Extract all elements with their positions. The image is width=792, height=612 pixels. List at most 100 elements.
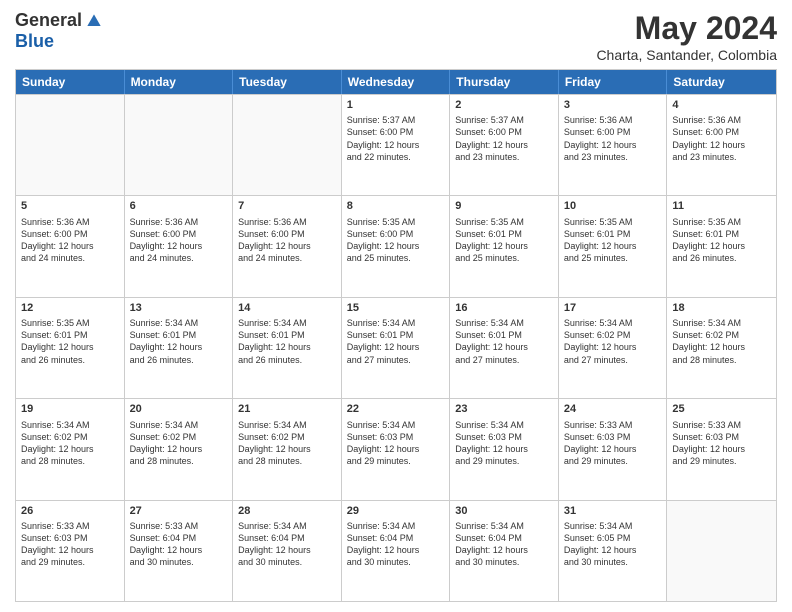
day-number: 19 bbox=[21, 402, 119, 416]
day-cell-19: 19 Sunrise: 5:34 AM Sunset: 6:02 PM Dayli… bbox=[16, 399, 125, 499]
day-number: 23 bbox=[455, 402, 553, 416]
header-day-saturday: Saturday bbox=[667, 70, 776, 94]
day-info: Sunrise: 5:34 AM Sunset: 6:01 PM Dayligh… bbox=[130, 317, 228, 366]
day-cell-1: 1 Sunrise: 5:37 AM Sunset: 6:00 PM Daylig… bbox=[342, 95, 451, 195]
day-number: 11 bbox=[672, 199, 771, 213]
day-cell-14: 14 Sunrise: 5:34 AM Sunset: 6:01 PM Dayli… bbox=[233, 298, 342, 398]
day-cell-10: 10Sunrise: 5:35 AM Sunset: 6:01 PM Dayli… bbox=[559, 196, 668, 296]
day-info: Sunrise: 5:33 AM Sunset: 6:03 PM Dayligh… bbox=[564, 419, 662, 468]
day-info: Sunrise: 5:34 AM Sunset: 6:02 PM Dayligh… bbox=[672, 317, 771, 366]
day-info: Sunrise: 5:36 AM Sunset: 6:00 PM Dayligh… bbox=[672, 114, 771, 163]
calendar-week-4: 19 Sunrise: 5:34 AM Sunset: 6:02 PM Dayli… bbox=[16, 398, 776, 499]
day-cell-4: 4 Sunrise: 5:36 AM Sunset: 6:00 PM Daylig… bbox=[667, 95, 776, 195]
day-info: Sunrise: 5:34 AM Sunset: 6:02 PM Dayligh… bbox=[21, 419, 119, 468]
day-cell-7: 7Sunrise: 5:36 AM Sunset: 6:00 PM Daylig… bbox=[233, 196, 342, 296]
day-cell-25: 25 Sunrise: 5:33 AM Sunset: 6:03 PM Dayli… bbox=[667, 399, 776, 499]
day-number: 16 bbox=[455, 301, 553, 315]
day-cell-2: 2Sunrise: 5:37 AM Sunset: 6:00 PM Daylig… bbox=[450, 95, 559, 195]
day-info: Sunrise: 5:34 AM Sunset: 6:04 PM Dayligh… bbox=[347, 520, 445, 569]
day-number: 8 bbox=[347, 199, 445, 213]
calendar-week-3: 12 Sunrise: 5:35 AM Sunset: 6:01 PM Dayli… bbox=[16, 297, 776, 398]
calendar-body: 1 Sunrise: 5:37 AM Sunset: 6:00 PM Daylig… bbox=[16, 94, 776, 601]
day-info: Sunrise: 5:35 AM Sunset: 6:01 PM Dayligh… bbox=[455, 216, 553, 265]
day-info: Sunrise: 5:34 AM Sunset: 6:02 PM Dayligh… bbox=[564, 317, 662, 366]
day-number: 26 bbox=[21, 504, 119, 518]
day-info: Sunrise: 5:34 AM Sunset: 6:02 PM Dayligh… bbox=[238, 419, 336, 468]
header-day-friday: Friday bbox=[559, 70, 668, 94]
day-number: 10 bbox=[564, 199, 662, 213]
day-number: 30 bbox=[455, 504, 553, 518]
day-info: Sunrise: 5:36 AM Sunset: 6:00 PM Dayligh… bbox=[564, 114, 662, 163]
header-day-wednesday: Wednesday bbox=[342, 70, 451, 94]
day-cell-3: 3Sunrise: 5:36 AM Sunset: 6:00 PM Daylig… bbox=[559, 95, 668, 195]
day-number: 1 bbox=[347, 98, 445, 112]
empty-cell bbox=[233, 95, 342, 195]
day-info: Sunrise: 5:37 AM Sunset: 6:00 PM Dayligh… bbox=[347, 114, 445, 163]
calendar-header: SundayMondayTuesdayWednesdayThursdayFrid… bbox=[16, 70, 776, 94]
empty-cell bbox=[667, 501, 776, 601]
day-number: 9 bbox=[455, 199, 553, 213]
day-cell-13: 13 Sunrise: 5:34 AM Sunset: 6:01 PM Dayli… bbox=[125, 298, 234, 398]
day-number: 22 bbox=[347, 402, 445, 416]
day-info: Sunrise: 5:36 AM Sunset: 6:00 PM Dayligh… bbox=[130, 216, 228, 265]
header-day-thursday: Thursday bbox=[450, 70, 559, 94]
day-number: 24 bbox=[564, 402, 662, 416]
day-info: Sunrise: 5:35 AM Sunset: 6:01 PM Dayligh… bbox=[672, 216, 771, 265]
day-cell-27: 27 Sunrise: 5:33 AM Sunset: 6:04 PM Dayli… bbox=[125, 501, 234, 601]
page: General Blue May 2024 Charta, Santander,… bbox=[0, 0, 792, 612]
logo: General Blue bbox=[15, 10, 104, 52]
day-number: 14 bbox=[238, 301, 336, 315]
day-cell-26: 26Sunrise: 5:33 AM Sunset: 6:03 PM Dayli… bbox=[16, 501, 125, 601]
day-number: 25 bbox=[672, 402, 771, 416]
day-cell-28: 28Sunrise: 5:34 AM Sunset: 6:04 PM Dayli… bbox=[233, 501, 342, 601]
day-info: Sunrise: 5:34 AM Sunset: 6:05 PM Dayligh… bbox=[564, 520, 662, 569]
day-cell-31: 31Sunrise: 5:34 AM Sunset: 6:05 PM Dayli… bbox=[559, 501, 668, 601]
location-text: Charta, Santander, Colombia bbox=[596, 47, 777, 63]
day-info: Sunrise: 5:36 AM Sunset: 6:00 PM Dayligh… bbox=[238, 216, 336, 265]
header-day-tuesday: Tuesday bbox=[233, 70, 342, 94]
empty-cell bbox=[16, 95, 125, 195]
day-cell-24: 24 Sunrise: 5:33 AM Sunset: 6:03 PM Dayli… bbox=[559, 399, 668, 499]
day-number: 6 bbox=[130, 199, 228, 213]
day-number: 15 bbox=[347, 301, 445, 315]
calendar-week-5: 26Sunrise: 5:33 AM Sunset: 6:03 PM Dayli… bbox=[16, 500, 776, 601]
day-info: Sunrise: 5:35 AM Sunset: 6:01 PM Dayligh… bbox=[21, 317, 119, 366]
day-info: Sunrise: 5:33 AM Sunset: 6:04 PM Dayligh… bbox=[130, 520, 228, 569]
day-number: 20 bbox=[130, 402, 228, 416]
day-cell-6: 6 Sunrise: 5:36 AM Sunset: 6:00 PM Daylig… bbox=[125, 196, 234, 296]
empty-cell bbox=[125, 95, 234, 195]
logo-icon bbox=[84, 11, 104, 31]
day-cell-16: 16Sunrise: 5:34 AM Sunset: 6:01 PM Dayli… bbox=[450, 298, 559, 398]
day-cell-23: 23 Sunrise: 5:34 AM Sunset: 6:03 PM Dayli… bbox=[450, 399, 559, 499]
day-number: 13 bbox=[130, 301, 228, 315]
day-info: Sunrise: 5:33 AM Sunset: 6:03 PM Dayligh… bbox=[672, 419, 771, 468]
day-info: Sunrise: 5:34 AM Sunset: 6:01 PM Dayligh… bbox=[347, 317, 445, 366]
day-number: 27 bbox=[130, 504, 228, 518]
day-cell-15: 15 Sunrise: 5:34 AM Sunset: 6:01 PM Dayli… bbox=[342, 298, 451, 398]
logo-general-text: General bbox=[15, 10, 82, 31]
day-info: Sunrise: 5:34 AM Sunset: 6:03 PM Dayligh… bbox=[347, 419, 445, 468]
day-number: 5 bbox=[21, 199, 119, 213]
day-number: 21 bbox=[238, 402, 336, 416]
day-info: Sunrise: 5:34 AM Sunset: 6:01 PM Dayligh… bbox=[238, 317, 336, 366]
day-info: Sunrise: 5:35 AM Sunset: 6:00 PM Dayligh… bbox=[347, 216, 445, 265]
day-cell-18: 18 Sunrise: 5:34 AM Sunset: 6:02 PM Dayli… bbox=[667, 298, 776, 398]
logo-blue-text: Blue bbox=[15, 31, 54, 52]
logo-text: General bbox=[15, 10, 104, 31]
day-number: 4 bbox=[672, 98, 771, 112]
day-info: Sunrise: 5:34 AM Sunset: 6:02 PM Dayligh… bbox=[130, 419, 228, 468]
day-cell-12: 12 Sunrise: 5:35 AM Sunset: 6:01 PM Dayli… bbox=[16, 298, 125, 398]
day-number: 29 bbox=[347, 504, 445, 518]
calendar: SundayMondayTuesdayWednesdayThursdayFrid… bbox=[15, 69, 777, 602]
day-number: 2 bbox=[455, 98, 553, 112]
day-cell-22: 22 Sunrise: 5:34 AM Sunset: 6:03 PM Dayli… bbox=[342, 399, 451, 499]
header-day-monday: Monday bbox=[125, 70, 234, 94]
day-cell-30: 30Sunrise: 5:34 AM Sunset: 6:04 PM Dayli… bbox=[450, 501, 559, 601]
day-cell-9: 9 Sunrise: 5:35 AM Sunset: 6:01 PM Daylig… bbox=[450, 196, 559, 296]
header: General Blue May 2024 Charta, Santander,… bbox=[15, 10, 777, 63]
day-info: Sunrise: 5:34 AM Sunset: 6:03 PM Dayligh… bbox=[455, 419, 553, 468]
day-cell-20: 20 Sunrise: 5:34 AM Sunset: 6:02 PM Dayli… bbox=[125, 399, 234, 499]
day-info: Sunrise: 5:34 AM Sunset: 6:04 PM Dayligh… bbox=[238, 520, 336, 569]
day-number: 18 bbox=[672, 301, 771, 315]
day-number: 12 bbox=[21, 301, 119, 315]
